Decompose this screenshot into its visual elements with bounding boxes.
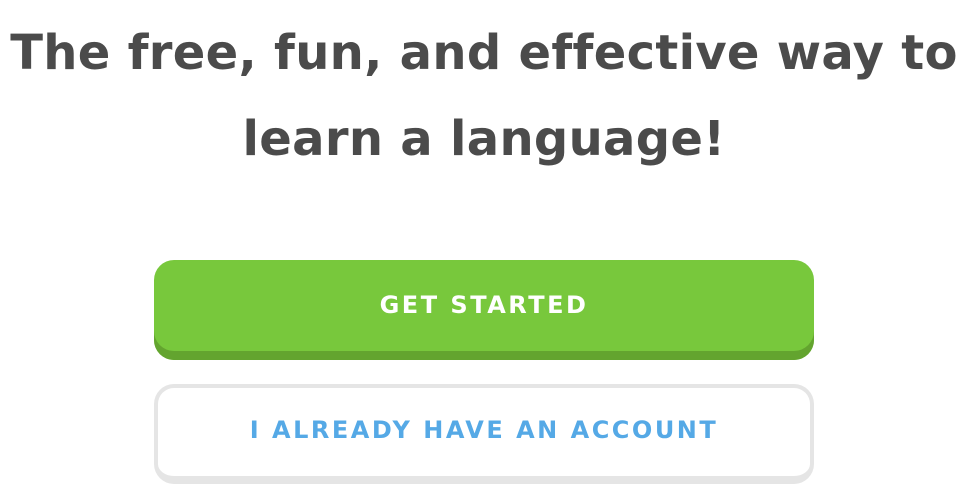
get-started-button[interactable]: GET STARTED xyxy=(154,260,814,360)
have-account-button[interactable]: I ALREADY HAVE AN ACCOUNT xyxy=(154,384,814,484)
hero-headline: The free, fun, and effective way to lear… xyxy=(0,10,968,182)
headline-line-2: learn a language! xyxy=(242,111,726,167)
headline-line-1: The free, fun, and effective way to xyxy=(10,25,958,81)
have-account-label: I ALREADY HAVE AN ACCOUNT xyxy=(249,416,719,444)
get-started-label: GET STARTED xyxy=(379,291,589,319)
landing-hero: The free, fun, and effective way to lear… xyxy=(0,0,968,488)
